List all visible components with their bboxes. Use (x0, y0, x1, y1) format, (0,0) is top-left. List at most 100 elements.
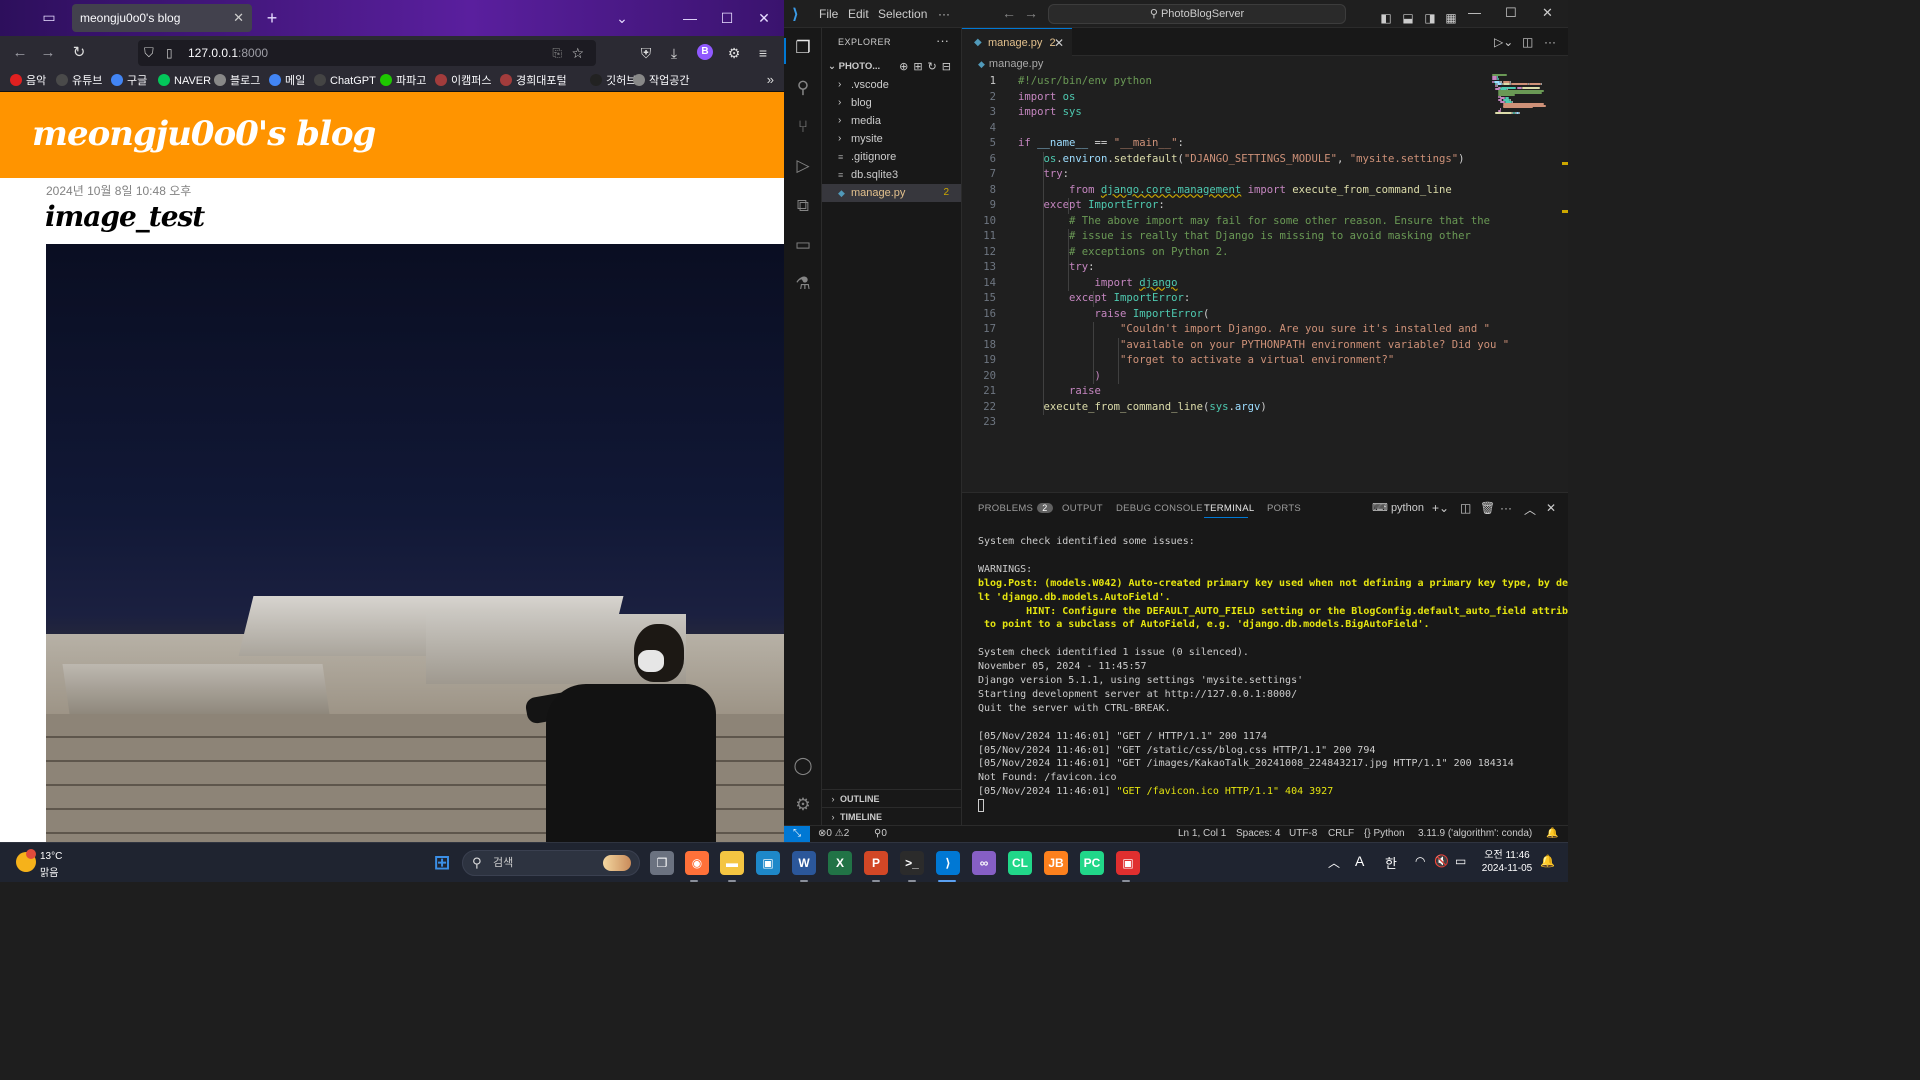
browser-tab[interactable]: meongju0o0's blog ✕ (72, 4, 252, 32)
language-mode[interactable]: {} Python (1364, 828, 1405, 839)
search-icon[interactable]: ⚲ (793, 78, 813, 98)
menu-edit[interactable]: Edit (848, 7, 869, 21)
pocket-icon[interactable]: ⛨ (636, 43, 656, 63)
testing-icon[interactable]: ⚗ (793, 274, 813, 294)
code-line[interactable]: #!/usr/bin/env python (1018, 74, 1152, 90)
account-icon[interactable]: ◯ (793, 756, 813, 776)
translate-icon[interactable]: ⎘ (552, 40, 562, 66)
url-bar[interactable]: ⛉ ▯ 127.0.0.1:8000 ⎘ ☆ (138, 40, 596, 66)
panel-tab-debug-console[interactable]: DEBUG CONSOLE (1116, 503, 1203, 514)
toggle-panel-icon[interactable]: ⬓ (1396, 6, 1420, 30)
bookmark-item[interactable]: 경희대포털 (500, 72, 567, 90)
chevron-double-right-icon[interactable]: » (767, 72, 774, 87)
code-line[interactable]: from django.core.management import execu… (1018, 183, 1452, 199)
remote-explorer-icon[interactable]: ▭ (793, 235, 813, 255)
shield-icon[interactable]: ⛉ (144, 40, 154, 66)
toggle-sidebar-icon[interactable]: ◧ (1374, 6, 1398, 30)
code-line[interactable]: if __name__ == "__main__": (1018, 136, 1184, 152)
explorer-toolbar-icons[interactable]: ⊕⊞↻⊟ (899, 58, 956, 76)
explorer-folder[interactable]: › blog (822, 94, 961, 112)
terminal-icon[interactable]: >_ (900, 851, 924, 875)
menu-selection[interactable]: Selection (878, 7, 927, 21)
jetbrains-icon[interactable]: JB (1044, 851, 1068, 875)
page-info-icon[interactable]: ▯ (166, 40, 173, 66)
file-explorer-icon[interactable]: ▬ (720, 851, 744, 875)
forward-icon[interactable]: → (38, 43, 58, 63)
menu-more[interactable]: ··· (938, 7, 950, 21)
weather-widget[interactable]: 13°C 맑음 (14, 849, 84, 879)
show-hidden-icons[interactable]: ︿ (1328, 854, 1340, 871)
speaker-muted-icon[interactable]: 🔇 (1434, 854, 1449, 868)
ime-language[interactable]: 한 (1385, 853, 1397, 872)
split-editor-icon[interactable]: ◫ (1522, 35, 1533, 49)
bookmark-item[interactable]: 파파고 (380, 72, 426, 90)
remote-indicator-icon[interactable]: ⤡ (784, 826, 810, 843)
pycharm-icon[interactable]: PC (1080, 851, 1104, 875)
close-window-button[interactable]: ✕ (1542, 5, 1553, 21)
python-interpreter[interactable]: 3.11.9 ('algorithm': conda) (1418, 828, 1532, 839)
bookmark-item[interactable]: 블로그 (214, 72, 260, 90)
post-title[interactable]: image_test (45, 200, 205, 233)
maximize-button[interactable]: ☐ (715, 6, 739, 30)
run-file-icon[interactable]: ▷⌄ (1494, 35, 1513, 49)
code-line[interactable]: import os (1018, 90, 1075, 106)
bookmark-item[interactable]: ChatGPT (314, 72, 376, 90)
close-window-button[interactable]: ✕ (752, 6, 776, 30)
taskbar-search[interactable]: ⚲ 검색 (462, 850, 640, 876)
source-control-icon[interactable]: ⑂ (793, 117, 813, 137)
back-icon[interactable]: ← (10, 43, 30, 63)
minimap[interactable] (1492, 74, 1554, 114)
panel-tab-ports[interactable]: PORTS (1267, 503, 1301, 514)
tab-list-icon[interactable]: ▭ (38, 9, 60, 27)
chevron-down-icon[interactable]: ⌄ (610, 6, 634, 30)
problems-status[interactable]: ⊗0 ⚠2 (818, 828, 849, 839)
cursor-position[interactable]: Ln 1, Col 1 (1178, 828, 1226, 839)
more-actions-icon[interactable]: ··· (936, 33, 949, 48)
menu-file[interactable]: File (819, 7, 838, 21)
code-line[interactable]: # issue is really that Django is missing… (1018, 229, 1471, 245)
editor-scrollbar[interactable] (1562, 74, 1568, 492)
bookmark-item[interactable]: 이캠퍼스 (435, 72, 491, 90)
code-editor[interactable]: 1 #!/usr/bin/env python 2 import os 3 import … (962, 74, 1509, 484)
new-terminal-icon[interactable]: +⌄ (1432, 501, 1449, 515)
code-line[interactable]: try: (1018, 260, 1095, 276)
settings-gear-icon[interactable]: ⚙ (793, 795, 813, 815)
command-center-search[interactable]: ⚲ PhotoBlogServer (1048, 4, 1346, 24)
notifications-bell-icon[interactable]: 🔔 (1540, 854, 1555, 868)
code-line[interactable]: os.environ.setdefault("DJANGO_SETTINGS_M… (1018, 152, 1465, 168)
maximize-panel-icon[interactable]: ︿ (1524, 501, 1536, 518)
explorer-icon[interactable]: ❐ (793, 38, 813, 58)
wifi-icon[interactable]: ◠ (1415, 854, 1425, 868)
new-tab-button[interactable]: + (262, 8, 282, 28)
close-panel-icon[interactable]: ✕ (1546, 501, 1556, 515)
code-line[interactable]: execute_from_command_line(sys.argv) (1018, 400, 1267, 416)
explorer-folder[interactable]: › .vscode (822, 76, 961, 94)
code-line[interactable]: import sys (1018, 105, 1082, 121)
bookmark-item[interactable]: 깃허브 (590, 72, 636, 90)
task-view-icon[interactable]: ❐ (650, 851, 674, 875)
ime-mode[interactable]: A (1355, 853, 1364, 869)
eol-status[interactable]: CRLF (1328, 828, 1354, 839)
explorer-folder[interactable]: › media (822, 112, 961, 130)
customize-layout-icon[interactable]: ▦ (1439, 6, 1463, 30)
more-actions-icon[interactable]: ··· (1544, 35, 1556, 49)
clion-icon[interactable]: CL (1008, 851, 1032, 875)
account-avatar[interactable]: B (697, 44, 713, 60)
explorer-file[interactable]: ◆ manage.py 2 (822, 184, 961, 202)
explorer-folder[interactable]: › mysite (822, 130, 961, 148)
outline-section[interactable]: › OUTLINE (822, 789, 961, 807)
code-line[interactable]: except ImportError: (1018, 198, 1165, 214)
split-terminal-icon[interactable]: ◫ (1460, 501, 1471, 515)
minimize-button[interactable]: — (678, 6, 702, 30)
powerpoint-icon[interactable]: P (864, 851, 888, 875)
word-icon[interactable]: W (792, 851, 816, 875)
close-tab-icon[interactable]: ✕ (1054, 29, 1064, 57)
code-line[interactable]: ) (1018, 369, 1101, 385)
nav-forward-icon[interactable]: → (1024, 5, 1038, 21)
breadcrumb[interactable]: ◆ manage.py (978, 58, 1043, 70)
code-line[interactable]: # The above import may fail for some oth… (1018, 214, 1490, 230)
firefox-icon[interactable]: ◉ (685, 851, 709, 875)
reload-icon[interactable]: ↻ (69, 43, 89, 63)
more-actions-icon[interactable]: ··· (1500, 501, 1512, 515)
bookmark-item[interactable]: 구글 (111, 72, 147, 90)
